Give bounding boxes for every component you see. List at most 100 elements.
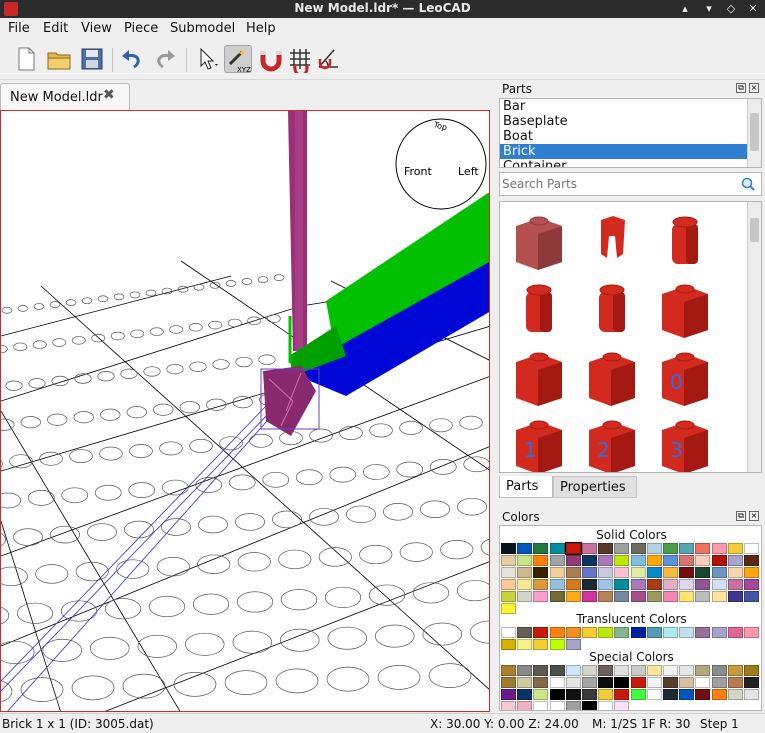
color-swatch[interactable]	[565, 665, 581, 676]
color-swatch[interactable]	[598, 677, 614, 688]
category-brick[interactable]: Brick	[500, 144, 748, 159]
color-swatch[interactable]	[679, 689, 695, 700]
color-swatch[interactable]	[679, 591, 695, 602]
color-swatch[interactable]	[663, 543, 678, 554]
color-swatch[interactable]	[727, 677, 743, 688]
color-swatch[interactable]	[501, 639, 516, 650]
color-swatch[interactable]	[582, 689, 597, 700]
color-swatch[interactable]	[517, 639, 533, 650]
close-icon[interactable]: ✕	[742, 0, 764, 18]
angle-snap-icon[interactable]	[314, 45, 342, 73]
color-swatch[interactable]	[663, 567, 678, 578]
color-swatch[interactable]	[565, 639, 581, 650]
float-panel-icon[interactable]: ⧉	[736, 83, 746, 93]
color-swatch[interactable]	[646, 591, 662, 602]
color-swatch[interactable]	[582, 701, 597, 710]
color-swatch[interactable]	[549, 579, 565, 590]
color-swatch[interactable]	[630, 665, 646, 676]
color-swatch[interactable]	[614, 701, 630, 710]
menu-piece[interactable]: Piece	[124, 21, 158, 36]
color-swatch[interactable]	[533, 543, 549, 554]
color-swatch[interactable]	[533, 579, 549, 590]
color-swatch[interactable]	[564, 542, 582, 555]
color-picker[interactable]: Solid Colors Translucent Colors Special …	[499, 525, 762, 711]
color-swatch[interactable]	[711, 665, 727, 676]
menu-edit[interactable]: Edit	[43, 21, 68, 36]
search-parts-field[interactable]	[499, 172, 762, 196]
category-scrollbar[interactable]	[747, 99, 761, 167]
color-swatch[interactable]	[501, 555, 516, 566]
color-swatch[interactable]	[582, 665, 597, 676]
color-swatch[interactable]	[614, 689, 630, 700]
category-bar[interactable]: Bar	[500, 99, 748, 114]
color-swatch[interactable]	[663, 627, 678, 638]
category-baseplate[interactable]: Baseplate	[500, 114, 748, 129]
color-swatch[interactable]	[727, 567, 743, 578]
color-swatch[interactable]	[501, 579, 516, 590]
color-swatch[interactable]	[630, 555, 646, 566]
color-swatch[interactable]	[501, 689, 516, 700]
color-swatch[interactable]	[663, 555, 678, 566]
color-swatch[interactable]	[695, 677, 711, 688]
snap-grid-icon[interactable]	[286, 45, 314, 77]
color-swatch[interactable]	[598, 665, 614, 676]
color-swatch[interactable]	[614, 591, 630, 602]
color-swatch[interactable]	[533, 639, 549, 650]
color-swatch[interactable]	[549, 627, 565, 638]
color-swatch[interactable]	[695, 627, 711, 638]
color-swatch[interactable]	[663, 689, 678, 700]
color-swatch[interactable]	[549, 677, 565, 688]
part-thumbnail[interactable]: 2	[577, 410, 647, 472]
color-swatch[interactable]	[663, 677, 678, 688]
color-swatch[interactable]	[630, 689, 646, 700]
part-thumbnail[interactable]	[577, 342, 647, 408]
color-swatch[interactable]	[630, 591, 646, 602]
color-swatch[interactable]	[695, 665, 711, 676]
color-swatch[interactable]	[582, 543, 597, 554]
color-swatch[interactable]	[501, 543, 516, 554]
save-icon[interactable]	[78, 45, 106, 73]
color-swatch[interactable]	[679, 555, 695, 566]
color-swatch[interactable]	[517, 627, 533, 638]
color-swatch[interactable]	[646, 555, 662, 566]
new-file-icon[interactable]	[12, 45, 40, 73]
part-thumbnail[interactable]	[504, 274, 574, 340]
color-swatch[interactable]	[517, 689, 533, 700]
tab-new-model[interactable]: New Model.ldr ✖	[0, 83, 130, 110]
category-container[interactable]: Container	[500, 159, 748, 167]
open-folder-icon[interactable]	[45, 45, 73, 73]
color-swatch[interactable]	[582, 579, 597, 590]
color-swatch[interactable]	[646, 543, 662, 554]
color-swatch[interactable]	[630, 567, 646, 578]
color-swatch[interactable]	[646, 627, 662, 638]
part-thumbnail[interactable]	[577, 274, 647, 340]
3d-viewport[interactable]: Front Left Top	[0, 110, 490, 712]
color-swatch[interactable]	[727, 543, 743, 554]
color-swatch[interactable]	[663, 591, 678, 602]
color-swatch[interactable]	[744, 579, 759, 590]
color-swatch[interactable]	[727, 627, 743, 638]
color-swatch[interactable]	[646, 567, 662, 578]
part-thumbnail[interactable]: 3	[650, 410, 720, 472]
color-swatch[interactable]	[517, 677, 533, 688]
menu-view[interactable]: View	[81, 21, 112, 36]
close-panel-icon[interactable]: ×	[749, 83, 759, 93]
color-swatch[interactable]	[663, 579, 678, 590]
color-swatch[interactable]	[646, 579, 662, 590]
color-swatch[interactable]	[646, 689, 662, 700]
color-swatch[interactable]	[565, 567, 581, 578]
color-swatch[interactable]	[744, 627, 759, 638]
color-swatch[interactable]	[549, 543, 565, 554]
color-swatch[interactable]	[630, 627, 646, 638]
color-swatch[interactable]	[711, 579, 727, 590]
color-swatch[interactable]	[501, 567, 516, 578]
color-swatch[interactable]	[695, 689, 711, 700]
color-swatch[interactable]	[727, 689, 743, 700]
color-swatch[interactable]	[501, 627, 516, 638]
color-swatch[interactable]	[517, 701, 533, 710]
color-swatch[interactable]	[695, 579, 711, 590]
color-swatch[interactable]	[549, 567, 565, 578]
color-swatch[interactable]	[614, 567, 630, 578]
color-swatch[interactable]	[614, 579, 630, 590]
color-swatch[interactable]	[744, 567, 759, 578]
